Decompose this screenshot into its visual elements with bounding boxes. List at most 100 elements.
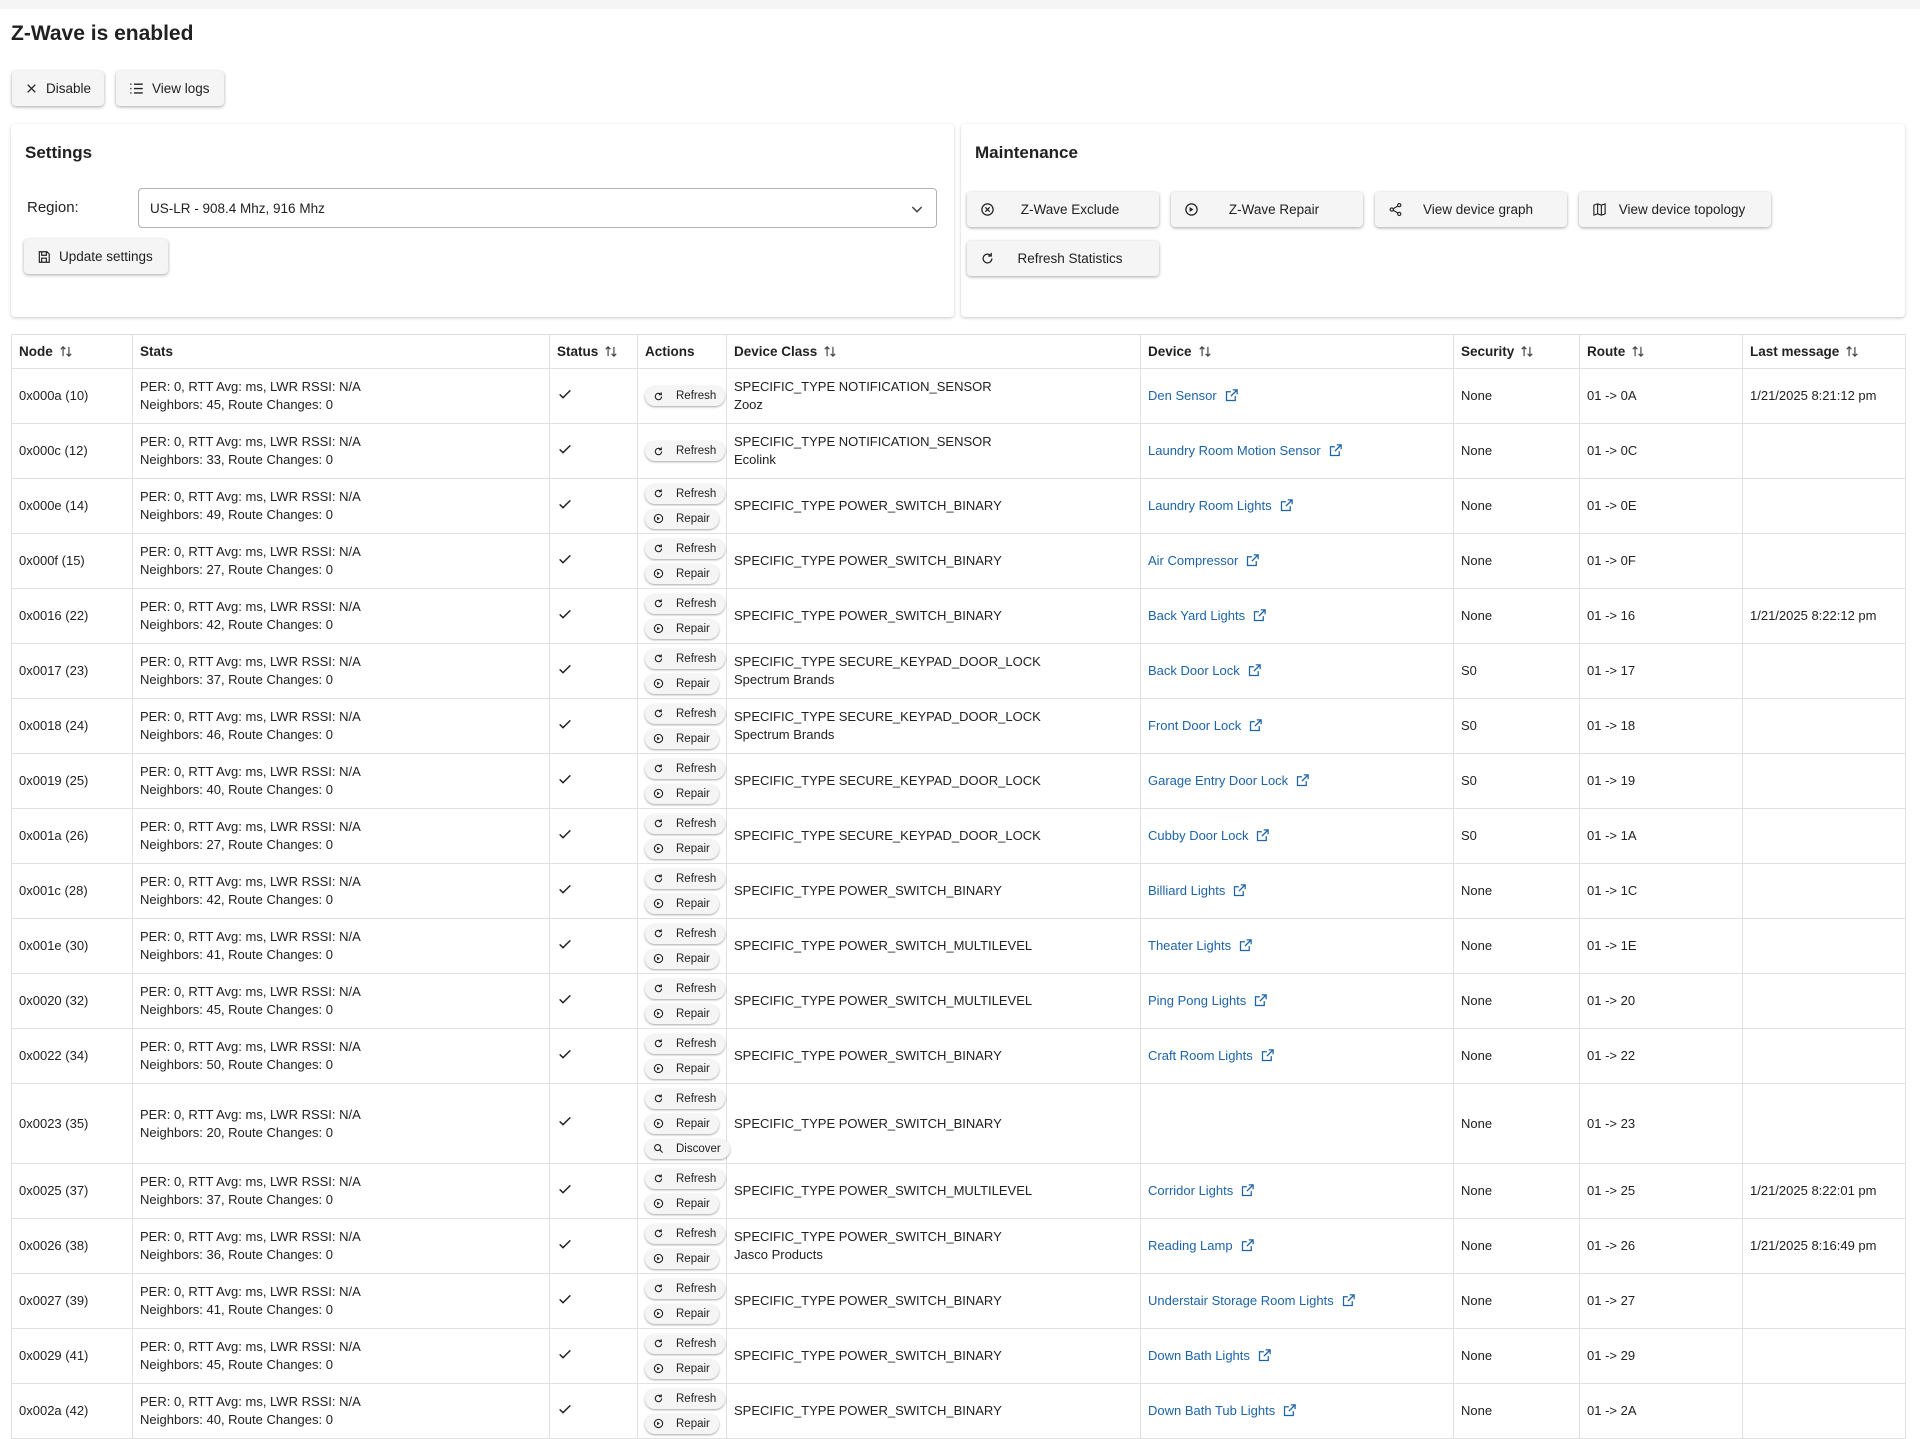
refresh-button[interactable]: Refresh bbox=[645, 441, 726, 461]
device-link[interactable]: Air Compressor bbox=[1148, 553, 1238, 568]
open-in-new-icon[interactable] bbox=[1257, 1348, 1272, 1363]
refresh-button[interactable]: Refresh bbox=[645, 483, 726, 504]
stats-line: Neighbors: 45, Route Changes: 0 bbox=[140, 1002, 333, 1017]
device-link[interactable]: Corridor Lights bbox=[1148, 1183, 1233, 1198]
device-link[interactable]: Understair Storage Room Lights bbox=[1148, 1293, 1334, 1308]
update-settings-button[interactable]: Update settings bbox=[24, 239, 168, 274]
refresh-button[interactable]: Refresh bbox=[645, 593, 726, 614]
device-link[interactable]: Reading Lamp bbox=[1148, 1238, 1233, 1253]
refresh-button[interactable]: Refresh bbox=[645, 1388, 726, 1409]
device-link[interactable]: Laundry Room Motion Sensor bbox=[1148, 443, 1321, 458]
refresh-button[interactable]: Refresh bbox=[645, 1333, 726, 1354]
refresh-button[interactable]: Refresh bbox=[645, 1033, 726, 1054]
discover-button[interactable]: Discover bbox=[645, 1138, 730, 1159]
open-in-new-icon[interactable] bbox=[1240, 1238, 1255, 1253]
column-header-node[interactable]: Node bbox=[11, 334, 133, 369]
column-header-last-message[interactable]: Last message bbox=[1742, 334, 1906, 369]
repair-button[interactable]: Repair bbox=[645, 1003, 719, 1024]
repair-button[interactable]: Repair bbox=[645, 948, 719, 969]
list-icon bbox=[130, 83, 143, 94]
last-message-cell: 1/21/2025 8:22:01 pm bbox=[1742, 1163, 1906, 1219]
refresh-button[interactable]: Refresh bbox=[645, 1278, 726, 1299]
open-in-new-icon[interactable] bbox=[1232, 883, 1247, 898]
refresh-button[interactable]: Refresh bbox=[645, 538, 726, 559]
repair-button[interactable]: Repair bbox=[645, 893, 719, 914]
open-in-new-icon[interactable] bbox=[1295, 773, 1310, 788]
open-in-new-icon[interactable] bbox=[1252, 608, 1267, 623]
column-header-status[interactable]: Status bbox=[549, 334, 638, 369]
refresh-button[interactable]: Refresh bbox=[645, 1223, 726, 1244]
device-link[interactable]: Laundry Room Lights bbox=[1148, 498, 1272, 513]
refresh-button[interactable]: Refresh bbox=[645, 758, 726, 779]
region-select[interactable]: US-LR - 908.4 Mhz, 916 Mhz bbox=[138, 188, 937, 228]
refresh-button[interactable]: Refresh bbox=[645, 703, 726, 724]
repair-button[interactable]: Repair bbox=[645, 563, 719, 584]
refresh-button[interactable]: Refresh bbox=[645, 978, 726, 999]
zwave-exclude-button[interactable]: Z-Wave Exclude bbox=[967, 192, 1159, 227]
column-header-device-class[interactable]: Device Class bbox=[726, 334, 1141, 369]
refresh-button[interactable]: Refresh bbox=[645, 1168, 726, 1189]
open-in-new-icon[interactable] bbox=[1240, 1183, 1255, 1198]
refresh-button[interactable]: Refresh bbox=[645, 923, 726, 944]
actions-cell: Refresh Repair Discover bbox=[637, 1083, 730, 1164]
open-in-new-icon[interactable] bbox=[1248, 718, 1263, 733]
device-link[interactable]: Theater Lights bbox=[1148, 938, 1231, 953]
open-in-new-icon[interactable] bbox=[1238, 938, 1253, 953]
repair-button[interactable]: Repair bbox=[645, 1358, 719, 1379]
repair-button[interactable]: Repair bbox=[645, 783, 719, 804]
device-link[interactable]: Den Sensor bbox=[1148, 388, 1217, 403]
view-logs-button[interactable]: View logs bbox=[116, 71, 224, 106]
repair-button[interactable]: Repair bbox=[645, 1113, 719, 1134]
open-in-new-icon[interactable] bbox=[1247, 663, 1262, 678]
repair-button[interactable]: Repair bbox=[645, 618, 719, 639]
column-header-security[interactable]: Security bbox=[1453, 334, 1580, 369]
view-device-topology-button[interactable]: View device topology bbox=[1579, 192, 1771, 227]
refresh-button[interactable]: Refresh bbox=[645, 386, 726, 406]
device-link[interactable]: Back Yard Lights bbox=[1148, 608, 1245, 623]
column-header-device[interactable]: Device bbox=[1140, 334, 1454, 369]
open-in-new-icon[interactable] bbox=[1341, 1293, 1356, 1308]
device-link[interactable]: Front Door Lock bbox=[1148, 718, 1241, 733]
column-header-route[interactable]: Route bbox=[1579, 334, 1743, 369]
open-in-new-icon[interactable] bbox=[1279, 498, 1294, 513]
repair-button[interactable]: Repair bbox=[645, 673, 719, 694]
open-in-new-icon[interactable] bbox=[1255, 828, 1270, 843]
device-link[interactable]: Cubby Door Lock bbox=[1148, 828, 1248, 843]
view-device-graph-button[interactable]: View device graph bbox=[1375, 192, 1567, 227]
repair-icon bbox=[653, 1363, 664, 1374]
repair-button[interactable]: Repair bbox=[645, 1193, 719, 1214]
repair-button[interactable]: Repair bbox=[645, 1303, 719, 1324]
repair-button[interactable]: Repair bbox=[645, 1413, 719, 1434]
disable-button[interactable]: Disable bbox=[12, 71, 104, 106]
zwave-repair-button[interactable]: Z-Wave Repair bbox=[1171, 192, 1363, 227]
device-class-cell: SPECIFIC_TYPE POWER_SWITCH_BINARY bbox=[726, 1328, 1141, 1384]
device-class-type: SPECIFIC_TYPE POWER_SWITCH_BINARY bbox=[734, 1348, 1002, 1363]
repair-button-label: Repair bbox=[676, 1117, 710, 1130]
repair-button[interactable]: Repair bbox=[645, 1058, 719, 1079]
refresh-button[interactable]: Refresh bbox=[645, 813, 726, 834]
refresh-button[interactable]: Refresh bbox=[645, 648, 726, 669]
device-link[interactable]: Down Bath Tub Lights bbox=[1148, 1403, 1275, 1418]
repair-button[interactable]: Repair bbox=[645, 728, 719, 749]
repair-button[interactable]: Repair bbox=[645, 508, 719, 529]
refresh-statistics-button[interactable]: Refresh Statistics bbox=[967, 241, 1159, 276]
repair-button[interactable]: Repair bbox=[645, 838, 719, 859]
device-link[interactable]: Billiard Lights bbox=[1148, 883, 1225, 898]
open-in-new-icon[interactable] bbox=[1260, 1048, 1275, 1063]
open-in-new-icon[interactable] bbox=[1245, 553, 1260, 568]
security-cell: S0 bbox=[1453, 808, 1580, 864]
device-link[interactable]: Down Bath Lights bbox=[1148, 1348, 1250, 1363]
repair-button[interactable]: Repair bbox=[645, 1248, 719, 1269]
device-link[interactable]: Garage Entry Door Lock bbox=[1148, 773, 1288, 788]
open-in-new-icon[interactable] bbox=[1328, 443, 1343, 458]
refresh-button[interactable]: Refresh bbox=[645, 868, 726, 889]
open-in-new-icon[interactable] bbox=[1224, 388, 1239, 403]
device-link[interactable]: Back Door Lock bbox=[1148, 663, 1240, 678]
device-link[interactable]: Ping Pong Lights bbox=[1148, 993, 1246, 1008]
device-cell: Den Sensor bbox=[1140, 368, 1454, 424]
open-in-new-icon[interactable] bbox=[1282, 1403, 1297, 1418]
open-in-new-icon[interactable] bbox=[1253, 993, 1268, 1008]
device-link[interactable]: Craft Room Lights bbox=[1148, 1048, 1253, 1063]
refresh-button[interactable]: Refresh bbox=[645, 1088, 726, 1109]
repair-icon bbox=[653, 1253, 664, 1264]
